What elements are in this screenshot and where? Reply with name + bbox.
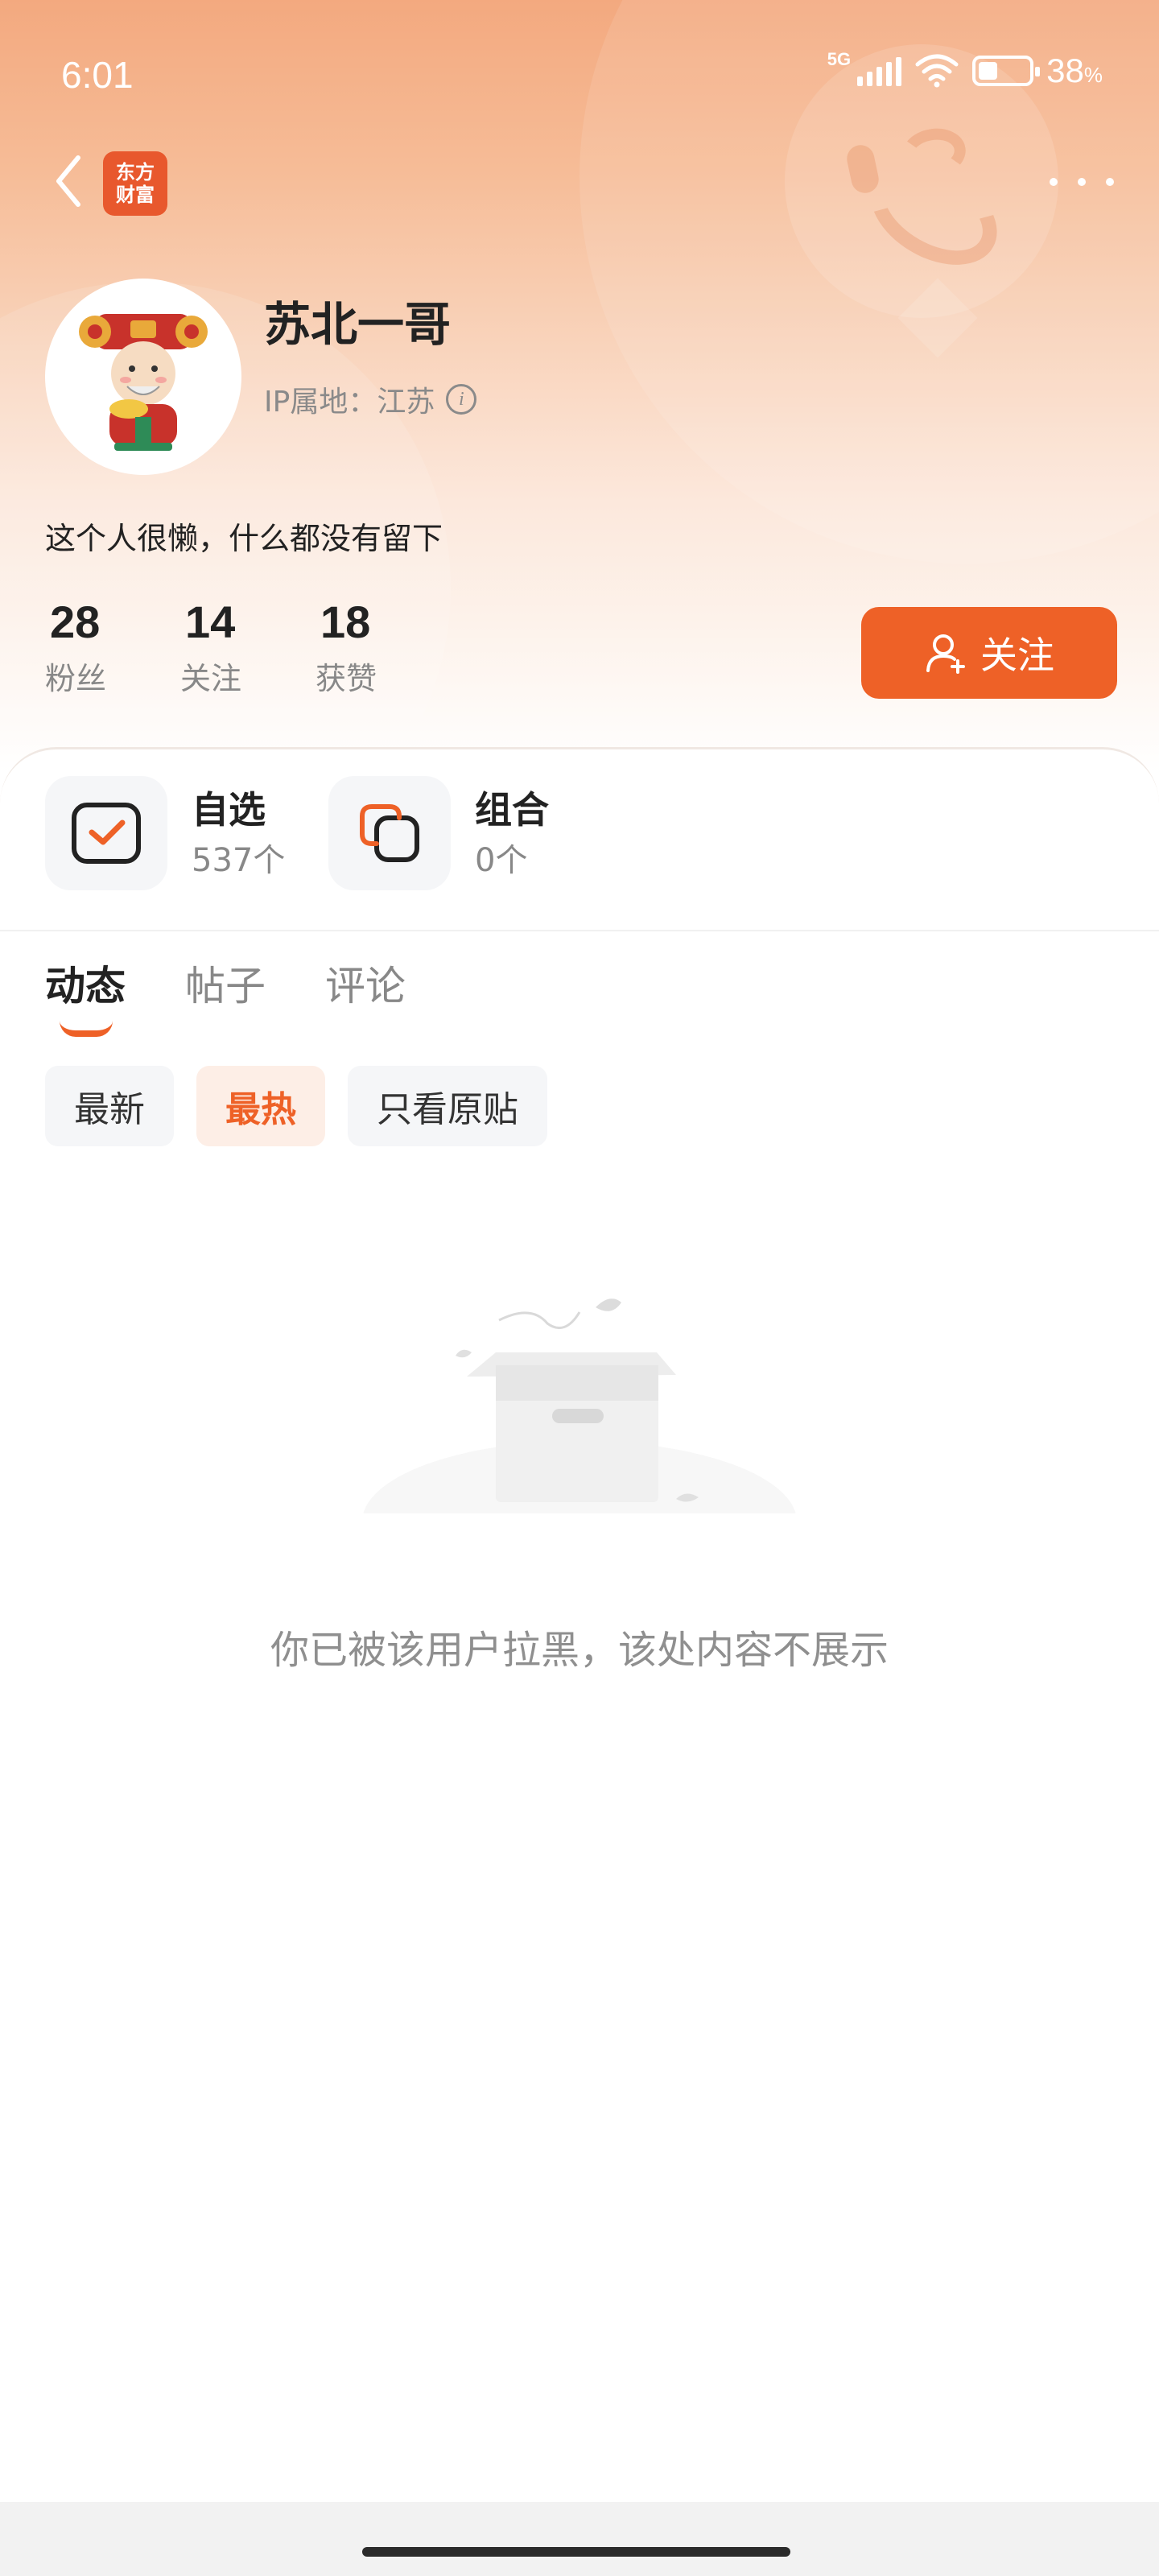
quick-link-portfolio[interactable]: 组合 0个 <box>328 776 549 890</box>
home-indicator[interactable] <box>362 2547 790 2557</box>
add-user-icon <box>926 634 965 674</box>
avatar[interactable] <box>45 279 241 475</box>
tab-active-indicator <box>60 1021 113 1037</box>
back-button[interactable] <box>40 145 97 217</box>
stat-likes[interactable]: 18 获赞 <box>316 596 451 698</box>
more-dot <box>1050 178 1058 186</box>
status-time: 6:01 <box>61 54 134 96</box>
profile-stats: 28 粉丝 14 关注 18 获赞 <box>45 596 451 698</box>
battery-tip <box>1035 67 1041 76</box>
bio: 这个人很懒，什么都没有留下 <box>45 521 443 556</box>
battery-percent: 38% <box>1046 52 1103 89</box>
quick-link-count: 0个 <box>475 842 528 879</box>
filter-original-only[interactable]: 只看原贴 <box>348 1066 547 1146</box>
info-icon[interactable]: i <box>446 384 477 415</box>
more-dot <box>1106 178 1114 186</box>
profile-page: 6:01 5G 38% 东方 财富 苏北一哥 IP属地：江苏 i 这个人很懒，什… <box>0 0 1159 2576</box>
quick-link-title: 自选 <box>192 788 266 832</box>
watchlist-check-icon <box>72 803 141 864</box>
follow-button-label: 关注 <box>980 634 1054 677</box>
ip-location-label: IP属地：江苏 <box>264 386 435 419</box>
signal-icon <box>857 56 902 86</box>
sort-filters: 最新 最热 只看原贴 <box>45 1066 547 1146</box>
top-nav: 东方 财富 <box>0 145 1159 217</box>
portfolio-icon-box <box>328 776 451 890</box>
username: 苏北一哥 <box>264 297 452 352</box>
stat-following[interactable]: 14 关注 <box>180 596 316 698</box>
stat-value: 28 <box>50 597 101 647</box>
tab-activity[interactable]: 动态 <box>45 958 126 1037</box>
quick-link-watchlist[interactable]: 自选 537个 <box>45 776 285 890</box>
avatar-god-of-wealth-icon <box>79 314 208 451</box>
empty-state-message: 你已被该用户拉黑，该处内容不展示 <box>270 1628 889 1673</box>
chevron-left-icon <box>56 155 80 207</box>
tab-label: 帖子 <box>185 963 266 1009</box>
stat-value: 14 <box>185 597 236 647</box>
stat-value: 18 <box>320 597 371 647</box>
tab-posts[interactable]: 帖子 <box>185 958 266 1014</box>
ip-location: IP属地：江苏 i <box>264 378 477 420</box>
logo-text-line1: 东方 <box>116 160 155 184</box>
more-dot <box>1078 178 1086 186</box>
follow-button[interactable]: 关注 <box>861 607 1117 699</box>
quick-link-title: 组合 <box>475 788 549 832</box>
filter-latest[interactable]: 最新 <box>45 1066 174 1146</box>
tab-label: 动态 <box>45 963 126 1009</box>
filter-hottest[interactable]: 最热 <box>196 1066 325 1146</box>
tab-label: 评论 <box>325 963 406 1009</box>
network-type: 5G <box>827 49 852 69</box>
stat-followers[interactable]: 28 粉丝 <box>45 596 180 698</box>
battery-icon <box>972 56 1041 86</box>
stat-label: 粉丝 <box>45 661 107 696</box>
watchlist-icon-box <box>45 776 167 890</box>
stat-label: 关注 <box>180 661 242 696</box>
logo-text-line2: 财富 <box>116 183 155 206</box>
battery-level <box>979 62 998 80</box>
tab-comments[interactable]: 评论 <box>325 958 406 1014</box>
status-bar: 6:01 5G 38% <box>0 0 1159 129</box>
empty-box-illustration <box>354 1298 805 1546</box>
wifi-icon <box>915 54 959 88</box>
portfolio-overlap-icon <box>360 804 419 862</box>
app-logo[interactable]: 东方 财富 <box>103 151 167 216</box>
stat-label: 获赞 <box>316 661 377 696</box>
quick-link-count: 537个 <box>192 842 286 879</box>
more-options-button[interactable] <box>1050 159 1114 204</box>
section-divider <box>0 930 1159 931</box>
content-tabs: 动态 帖子 评论 <box>45 958 406 1037</box>
bottom-strip <box>0 2502 1159 2576</box>
status-indicators: 5G 38% <box>827 49 1103 90</box>
